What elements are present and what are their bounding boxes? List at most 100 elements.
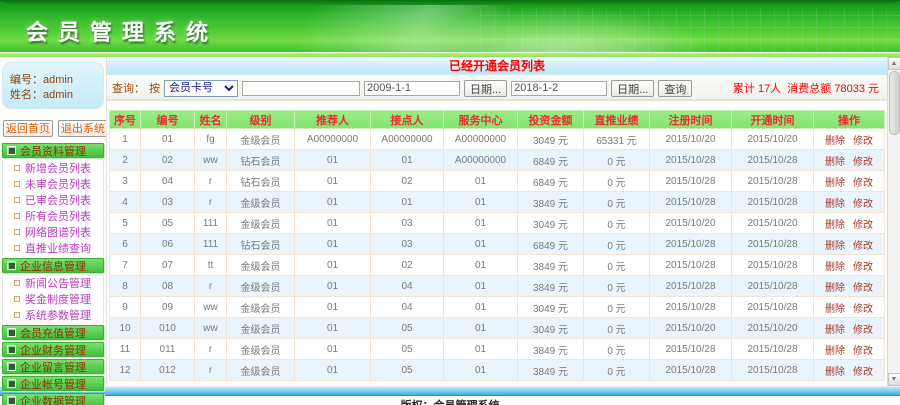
menu-group-15[interactable]: 企业数据管理 xyxy=(2,393,104,405)
table-cell: 07 xyxy=(140,254,195,276)
table-cell: 3849 元 xyxy=(517,254,584,276)
menu-label: 未审会员列表 xyxy=(25,179,91,191)
menu-item-8[interactable]: 新闻公告管理 xyxy=(2,275,104,291)
table-cell: 金级会员 xyxy=(226,275,295,297)
menu-label: 直推业绩查询 xyxy=(25,243,91,255)
table-cell: r xyxy=(194,191,227,213)
row-action-1[interactable]: 修改 xyxy=(853,283,873,294)
search-submit-button[interactable]: 查询 xyxy=(658,79,693,97)
table-cell: 04 xyxy=(370,296,444,318)
menu-group-11[interactable]: 会员充值管理 xyxy=(2,325,104,340)
table-cell: 3849 元 xyxy=(517,275,584,297)
menu-item-6[interactable]: 直推业绩查询 xyxy=(2,240,104,256)
row-action-0[interactable]: 删除 xyxy=(825,325,845,336)
menu-item-10[interactable]: 系统参数管理 xyxy=(2,307,104,323)
search-field-select[interactable]: 会员卡号 xyxy=(164,79,238,97)
table-cell: 012 xyxy=(140,359,195,381)
table-cell: 金级会员 xyxy=(226,212,295,234)
menu-item-3[interactable]: 已审会员列表 xyxy=(2,192,104,208)
menu-item-2[interactable]: 未审会员列表 xyxy=(2,176,104,192)
table-cell: 011 xyxy=(140,338,195,360)
table-cell: 01 xyxy=(370,149,444,171)
vertical-scrollbar[interactable]: ▲ ▼ xyxy=(887,57,900,386)
table-cell: 01 xyxy=(443,359,518,381)
date-to-input[interactable] xyxy=(511,80,608,96)
row-action-0[interactable]: 删除 xyxy=(825,220,845,231)
sidebar-buttons: 返回首页 退出系统 xyxy=(3,120,108,137)
date-to-picker-button[interactable]: 日期... xyxy=(611,79,655,97)
table-cell: 2015/10/28 xyxy=(731,170,814,192)
row-action-1[interactable]: 修改 xyxy=(853,178,873,189)
menu-item-5[interactable]: 网络图谱列表 xyxy=(2,224,104,240)
folder-icon xyxy=(7,328,16,337)
date-from-input[interactable] xyxy=(364,80,460,96)
row-action-1[interactable]: 修改 xyxy=(853,325,873,336)
menu-label: 会员充值管理 xyxy=(20,327,86,340)
row-action-0[interactable]: 删除 xyxy=(825,157,845,168)
row-action-0[interactable]: 删除 xyxy=(825,367,845,378)
column-header: 级别 xyxy=(226,110,295,129)
table-cell: 0 元 xyxy=(583,254,650,276)
table-cell: 04 xyxy=(140,170,195,192)
table-cell: 金级会员 xyxy=(226,317,295,339)
date-from-picker-button[interactable]: 日期... xyxy=(464,79,508,97)
actions-cell: 删除 修改 xyxy=(813,233,885,255)
menu-group-12[interactable]: 企业财务管理 xyxy=(2,342,104,357)
home-button[interactable]: 返回首页 xyxy=(3,120,53,137)
table-cell: 2015/10/20 xyxy=(731,212,814,234)
menu-group-14[interactable]: 企业帐号管理 xyxy=(2,376,104,391)
row-action-1[interactable]: 修改 xyxy=(853,367,873,378)
table-row: 2 02 ww 钻石会员 01 01 A00000000 6849 元0 元 2015/10/2… xyxy=(109,149,885,171)
menu-item-4[interactable]: 所有会员列表 xyxy=(2,208,104,224)
row-action-0[interactable]: 删除 xyxy=(825,199,845,210)
row-action-1[interactable]: 修改 xyxy=(853,136,873,147)
row-action-0[interactable]: 删除 xyxy=(825,136,845,147)
menu-group-13[interactable]: 企业留言管理 xyxy=(2,359,104,374)
row-action-0[interactable]: 删除 xyxy=(825,304,845,315)
table-cell: 0 元 xyxy=(583,296,650,318)
row-action-1[interactable]: 修改 xyxy=(853,241,873,252)
table-cell: 2015/10/28 xyxy=(731,296,814,318)
menu-group-7[interactable]: 企业信息管理 xyxy=(2,258,104,273)
table-cell: r xyxy=(194,338,227,360)
row-action-0[interactable]: 删除 xyxy=(825,241,845,252)
table-cell: A00000000 xyxy=(443,149,518,171)
row-action-0[interactable]: 删除 xyxy=(825,178,845,189)
row-action-0[interactable]: 删除 xyxy=(825,346,845,357)
row-action-1[interactable]: 修改 xyxy=(853,199,873,210)
menu-group-0[interactable]: 会员资料管理 xyxy=(2,143,104,158)
copyright-text: 版权：会员管理系统 xyxy=(0,396,900,405)
page-title: 已经开通会员列表 xyxy=(107,57,887,76)
row-action-1[interactable]: 修改 xyxy=(853,346,873,357)
scrollbar-thumb[interactable] xyxy=(888,71,900,135)
table-cell: 2015/10/28 xyxy=(731,191,814,213)
table-cell: r xyxy=(194,275,227,297)
search-keyword-input[interactable] xyxy=(242,80,360,96)
table-cell: 金级会员 xyxy=(226,254,295,276)
scroll-up-icon[interactable]: ▲ xyxy=(887,57,900,70)
table-cell: 01 xyxy=(443,233,518,255)
row-action-0[interactable]: 删除 xyxy=(825,283,845,294)
folder-icon xyxy=(7,261,16,270)
members-table-wrap: 序号 编号 姓名 级别 推荐人 接点人 服务中心 投资金额 直推业绩 注册时间 开通时间 操作 1 01… xyxy=(107,101,887,386)
menu-item-1[interactable]: 新增会员列表 xyxy=(2,160,104,176)
row-action-0[interactable]: 删除 xyxy=(825,262,845,273)
actions-cell: 删除 修改 xyxy=(813,296,885,318)
table-cell: 03 xyxy=(140,191,195,213)
menu-item-9[interactable]: 奖金制度管理 xyxy=(2,291,104,307)
table-cell: 1 xyxy=(109,128,141,150)
table-cell: 05 xyxy=(370,317,444,339)
table-cell: 0 元 xyxy=(583,191,650,213)
table-cell: 2015/10/28 xyxy=(731,149,814,171)
footer-bar xyxy=(0,386,900,396)
table-cell: 4 xyxy=(109,191,141,213)
row-action-1[interactable]: 修改 xyxy=(853,220,873,231)
scroll-down-icon[interactable]: ▼ xyxy=(887,373,900,386)
row-action-1[interactable]: 修改 xyxy=(853,304,873,315)
logout-button[interactable]: 退出系统 xyxy=(58,120,108,137)
table-row: 8 08 r 金级会员 01 04 01 3849 元0 元 2015/10/28 2015/10… xyxy=(109,275,885,297)
row-action-1[interactable]: 修改 xyxy=(853,157,873,168)
table-cell: 6849 元 xyxy=(517,170,584,192)
row-action-1[interactable]: 修改 xyxy=(853,262,873,273)
table-cell: 2015/10/20 xyxy=(649,212,732,234)
